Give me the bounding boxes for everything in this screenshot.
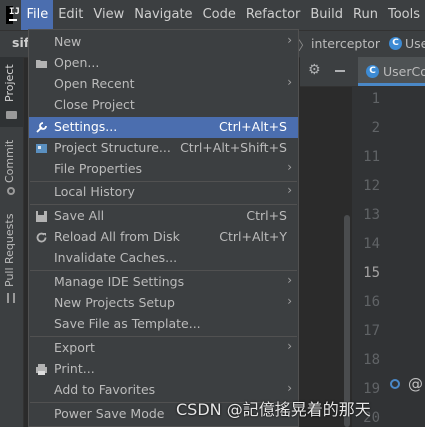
printer-icon xyxy=(36,364,47,375)
shortcut-label: Ctrl+Alt+Shift+S xyxy=(180,140,287,155)
chevron-right-icon: › xyxy=(287,33,292,47)
shortcut-label: Ctrl+Alt+Y xyxy=(219,229,287,244)
chevron-right-icon: › xyxy=(287,160,292,174)
menu-file[interactable]: File xyxy=(21,0,54,30)
line-number-current: 15 xyxy=(363,265,380,281)
shortcut-label: Ctrl+Alt+S xyxy=(218,119,287,134)
menu-separator xyxy=(30,204,297,205)
line-number: 2 xyxy=(371,120,380,136)
menu-item-project-structure[interactable]: Project Structure... Ctrl+Alt+Shift+S xyxy=(29,138,298,159)
implementation-marker-icon[interactable] xyxy=(390,379,400,389)
menu-edit[interactable]: Edit xyxy=(53,0,88,30)
menu-item-open[interactable]: Open... xyxy=(29,53,298,74)
annotation-symbol: @ xyxy=(408,375,423,393)
breadcrumb-interceptor[interactable]: interceptor xyxy=(311,36,380,51)
editor-tab-bar: ⚙ C UserCo xyxy=(300,57,425,87)
chevron-right-icon: › xyxy=(287,75,292,89)
line-number: 1 xyxy=(371,91,380,107)
menu-build[interactable]: Build xyxy=(305,0,348,30)
chevron-right-icon: › xyxy=(287,339,292,353)
menu-separator xyxy=(30,336,297,337)
floppy-icon xyxy=(36,211,47,222)
tool-tab-pull-requests[interactable]: Pull Requests xyxy=(0,57,23,303)
project-structure-icon xyxy=(36,144,47,153)
line-number: 18 xyxy=(363,352,380,368)
line-number: 11 xyxy=(363,149,380,165)
menu-item-export[interactable]: Export › xyxy=(29,338,298,359)
chevron-right-icon: › xyxy=(287,273,292,287)
menu-item-file-properties[interactable]: File Properties › xyxy=(29,159,298,180)
menu-refactor[interactable]: Refactor xyxy=(241,0,306,30)
pull-request-icon xyxy=(7,293,15,303)
menu-item-new[interactable]: New › xyxy=(29,32,298,53)
menu-item-reload-all[interactable]: Reload All from Disk Ctrl+Alt+Y xyxy=(29,227,298,248)
menu-item-close-project[interactable]: Close Project xyxy=(29,95,298,116)
tool-tab-pull-requests-label: Pull Requests xyxy=(3,213,16,287)
menu-bar: IJ File Edit View Navigate Code Refactor… xyxy=(0,0,425,30)
menu-navigate[interactable]: Navigate xyxy=(129,0,197,30)
menu-item-open-recent[interactable]: Open Recent › xyxy=(29,74,298,95)
menu-tools[interactable]: Tools xyxy=(383,0,425,30)
menu-item-save-file-as-template[interactable]: Save File as Template... xyxy=(29,314,298,335)
editor-tab-label: UserCo xyxy=(383,64,425,79)
menu-item-local-history[interactable]: Local History › xyxy=(29,182,298,203)
gear-icon[interactable]: ⚙ xyxy=(308,62,321,78)
menu-item-new-projects-setup[interactable]: New Projects Setup › xyxy=(29,293,298,314)
menu-separator xyxy=(30,270,297,271)
line-number: 13 xyxy=(363,207,380,223)
menu-item-print[interactable]: Print... xyxy=(29,359,298,380)
intellij-logo-icon: IJ xyxy=(6,6,20,24)
menu-item-manage-ide-settings[interactable]: Manage IDE Settings › xyxy=(29,272,298,293)
menu-code[interactable]: Code xyxy=(198,0,241,30)
line-number: 14 xyxy=(363,236,380,252)
watermark-text: CSDN @記億搖晃着的那天 xyxy=(176,400,371,419)
line-number: 17 xyxy=(363,323,380,339)
menu-item-invalidate-caches[interactable]: Invalidate Caches... xyxy=(29,248,298,269)
line-number: 16 xyxy=(363,294,380,310)
wrench-icon xyxy=(36,122,47,133)
class-icon: C xyxy=(366,65,379,78)
file-menu-dropdown: New › Open... Open Recent › Close Projec… xyxy=(28,29,299,427)
reload-icon xyxy=(36,232,47,243)
project-panel xyxy=(300,87,340,427)
menu-view[interactable]: View xyxy=(88,0,129,30)
editor-tab-usercontroller[interactable]: C UserCo xyxy=(358,57,425,86)
menu-item-save-all[interactable]: Save All Ctrl+S xyxy=(29,206,298,227)
project-name[interactable]: sif xyxy=(12,35,29,50)
menu-item-settings[interactable]: Settings... Ctrl+Alt+S xyxy=(29,117,298,138)
shortcut-label: Ctrl+S xyxy=(246,208,287,223)
line-number: 19 xyxy=(363,381,380,397)
chevron-right-icon: › xyxy=(287,294,292,308)
minimize-icon[interactable] xyxy=(335,70,345,72)
active-tab-indicator xyxy=(358,83,425,86)
breadcrumb-class[interactable]: Use xyxy=(405,36,425,51)
chevron-right-icon: › xyxy=(287,183,292,197)
chevron-right-icon: › xyxy=(287,381,292,395)
folder-open-icon xyxy=(36,60,47,68)
menu-run[interactable]: Run xyxy=(348,0,383,30)
breadcrumb-separator: 〉 xyxy=(298,38,311,53)
left-tool-strip: Project Commit Pull Requests xyxy=(0,57,24,427)
class-icon: C xyxy=(389,37,402,50)
line-number: 12 xyxy=(363,178,380,194)
